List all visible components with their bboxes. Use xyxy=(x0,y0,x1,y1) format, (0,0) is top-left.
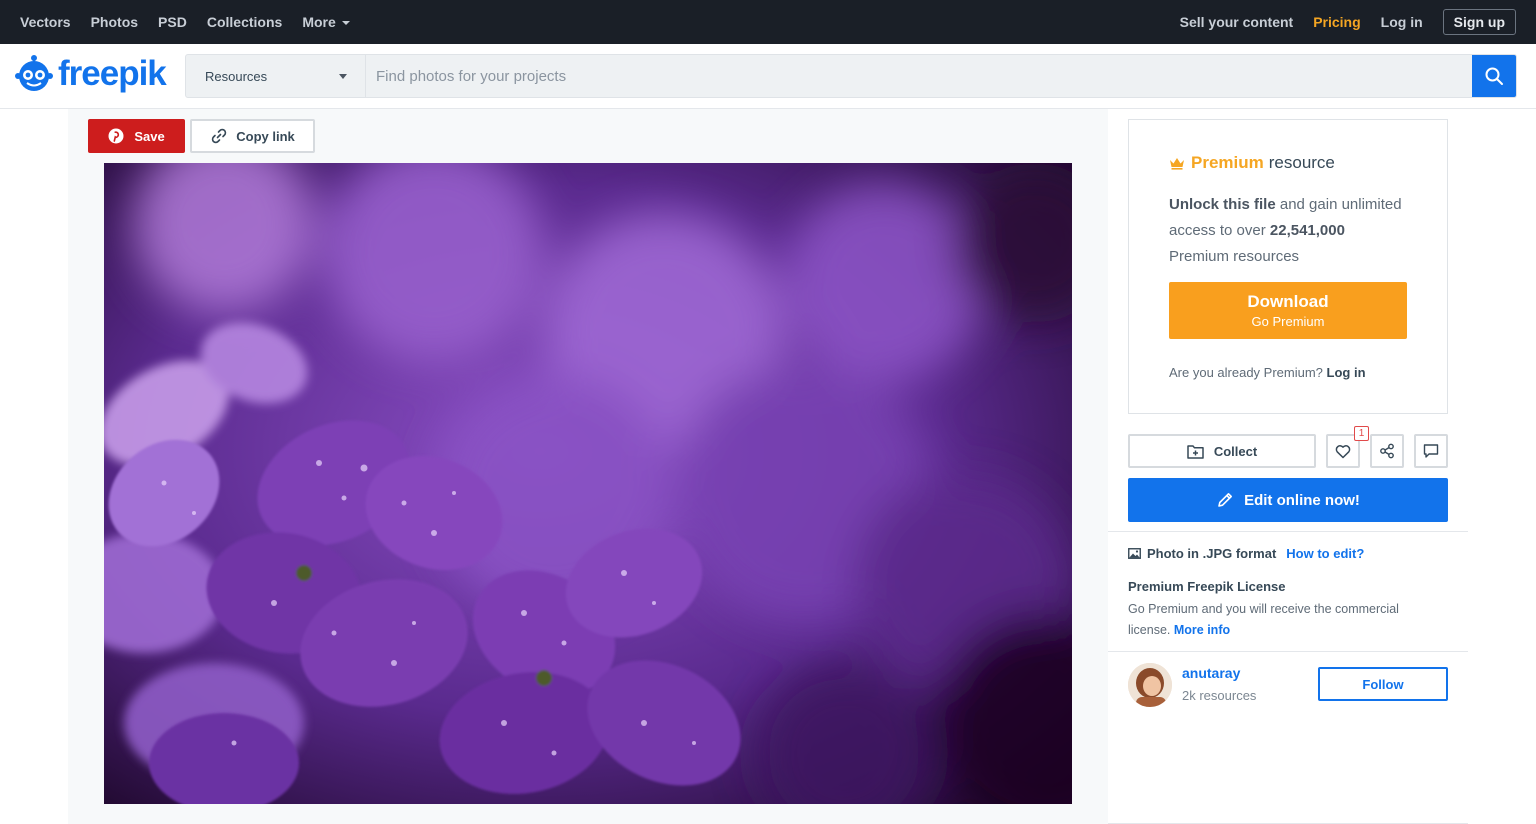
premium-card: Premium resource Unlock this file and ga… xyxy=(1128,119,1448,414)
how-to-edit-link[interactable]: How to edit? xyxy=(1286,546,1364,561)
header: freepik Resources xyxy=(0,44,1536,109)
edit-online-button[interactable]: Edit online now! xyxy=(1128,478,1448,522)
nav-more-label: More xyxy=(302,14,336,30)
top-nav-right: Sell your content Pricing Log in Sign up xyxy=(1160,9,1516,35)
follow-button[interactable]: Follow xyxy=(1318,667,1448,701)
premium-description: Unlock this file and gain unlimited acce… xyxy=(1169,192,1407,270)
edit-online-label: Edit online now! xyxy=(1244,491,1360,509)
nav-vectors[interactable]: Vectors xyxy=(20,14,71,30)
license-description-text: Go Premium and you will receive the comm… xyxy=(1128,602,1399,637)
premium-desc-unlock: Unlock this file xyxy=(1169,196,1276,213)
login-link[interactable]: Log in xyxy=(1381,14,1423,30)
link-icon xyxy=(212,128,227,144)
nav-photos[interactable]: Photos xyxy=(91,14,138,30)
nav-collections[interactable]: Collections xyxy=(207,14,282,30)
share-icon xyxy=(1380,443,1394,459)
crown-icon xyxy=(1170,158,1184,170)
search-button[interactable] xyxy=(1472,55,1516,97)
premium-title-highlight: Premium xyxy=(1191,153,1264,172)
signup-button[interactable]: Sign up xyxy=(1442,9,1516,35)
pinterest-icon xyxy=(108,128,124,144)
image-icon xyxy=(1128,548,1141,559)
download-button[interactable]: Download Go Premium xyxy=(1169,282,1407,339)
copy-link-button[interactable]: Copy link xyxy=(190,119,315,153)
comment-icon xyxy=(1423,444,1439,458)
nav-more[interactable]: More xyxy=(302,14,350,30)
author-avatar-image xyxy=(1128,663,1172,707)
heart-icon xyxy=(1335,444,1351,458)
freepik-logo-icon xyxy=(14,54,54,94)
caret-down-icon xyxy=(341,21,350,26)
top-navigation: Vectors Photos PSD Collections More Sell… xyxy=(0,0,1536,44)
premium-title: Premium resource xyxy=(1169,153,1407,173)
search-input[interactable] xyxy=(366,55,1472,97)
author-name-link[interactable]: anutaray xyxy=(1182,665,1240,681)
divider xyxy=(1108,651,1468,652)
pricing-link[interactable]: Pricing xyxy=(1313,14,1360,30)
resource-photo[interactable] xyxy=(104,163,1072,804)
divider xyxy=(1108,531,1468,532)
copy-link-label: Copy link xyxy=(236,128,295,144)
pinterest-save-button[interactable]: Save xyxy=(88,119,185,153)
download-sublabel: Go Premium xyxy=(1251,314,1325,329)
avatar[interactable] xyxy=(1128,663,1172,707)
premium-login-link[interactable]: Log in xyxy=(1327,365,1366,380)
search-category-value: Resources xyxy=(205,68,268,84)
more-info-link[interactable]: More info xyxy=(1174,623,1230,637)
share-button[interactable] xyxy=(1370,434,1404,468)
comment-button[interactable] xyxy=(1414,434,1448,468)
already-premium: Are you already Premium? Log in xyxy=(1169,365,1407,380)
search-bar: Resources xyxy=(185,54,1517,98)
premium-title-rest: resource xyxy=(1268,153,1335,172)
file-format-row: Photo in .JPG format How to edit? xyxy=(1128,546,1364,561)
chevron-down-icon xyxy=(339,73,347,79)
lilac-flowers-photo xyxy=(104,163,1072,804)
premium-desc-count: 22,541,000 xyxy=(1269,222,1345,239)
folder-add-icon xyxy=(1187,444,1204,459)
download-label: Download xyxy=(1247,292,1329,311)
sell-content-link[interactable]: Sell your content xyxy=(1180,14,1294,30)
license-title: Premium Freepik License xyxy=(1128,579,1286,594)
freepik-logo-text: freepik xyxy=(58,54,167,93)
collect-button[interactable]: Collect xyxy=(1128,434,1316,468)
search-category-select[interactable]: Resources xyxy=(186,55,366,97)
freepik-logo[interactable]: freepik xyxy=(14,54,167,94)
top-nav-left: Vectors Photos PSD Collections More xyxy=(20,14,370,30)
already-premium-text: Are you already Premium? xyxy=(1169,365,1323,380)
pencil-icon xyxy=(1218,493,1233,507)
file-format-text: Photo in .JPG format xyxy=(1147,546,1277,561)
like-count-badge: 1 xyxy=(1354,426,1369,441)
premium-desc-end: Premium resources xyxy=(1169,248,1300,265)
resource-actions: Collect xyxy=(1128,434,1448,468)
author-resource-count: 2k resources xyxy=(1182,688,1257,703)
save-label: Save xyxy=(134,128,165,144)
nav-psd[interactable]: PSD xyxy=(158,14,187,30)
collect-label: Collect xyxy=(1213,443,1258,459)
search-icon xyxy=(1485,67,1503,85)
license-description: Go Premium and you will receive the comm… xyxy=(1128,599,1428,641)
